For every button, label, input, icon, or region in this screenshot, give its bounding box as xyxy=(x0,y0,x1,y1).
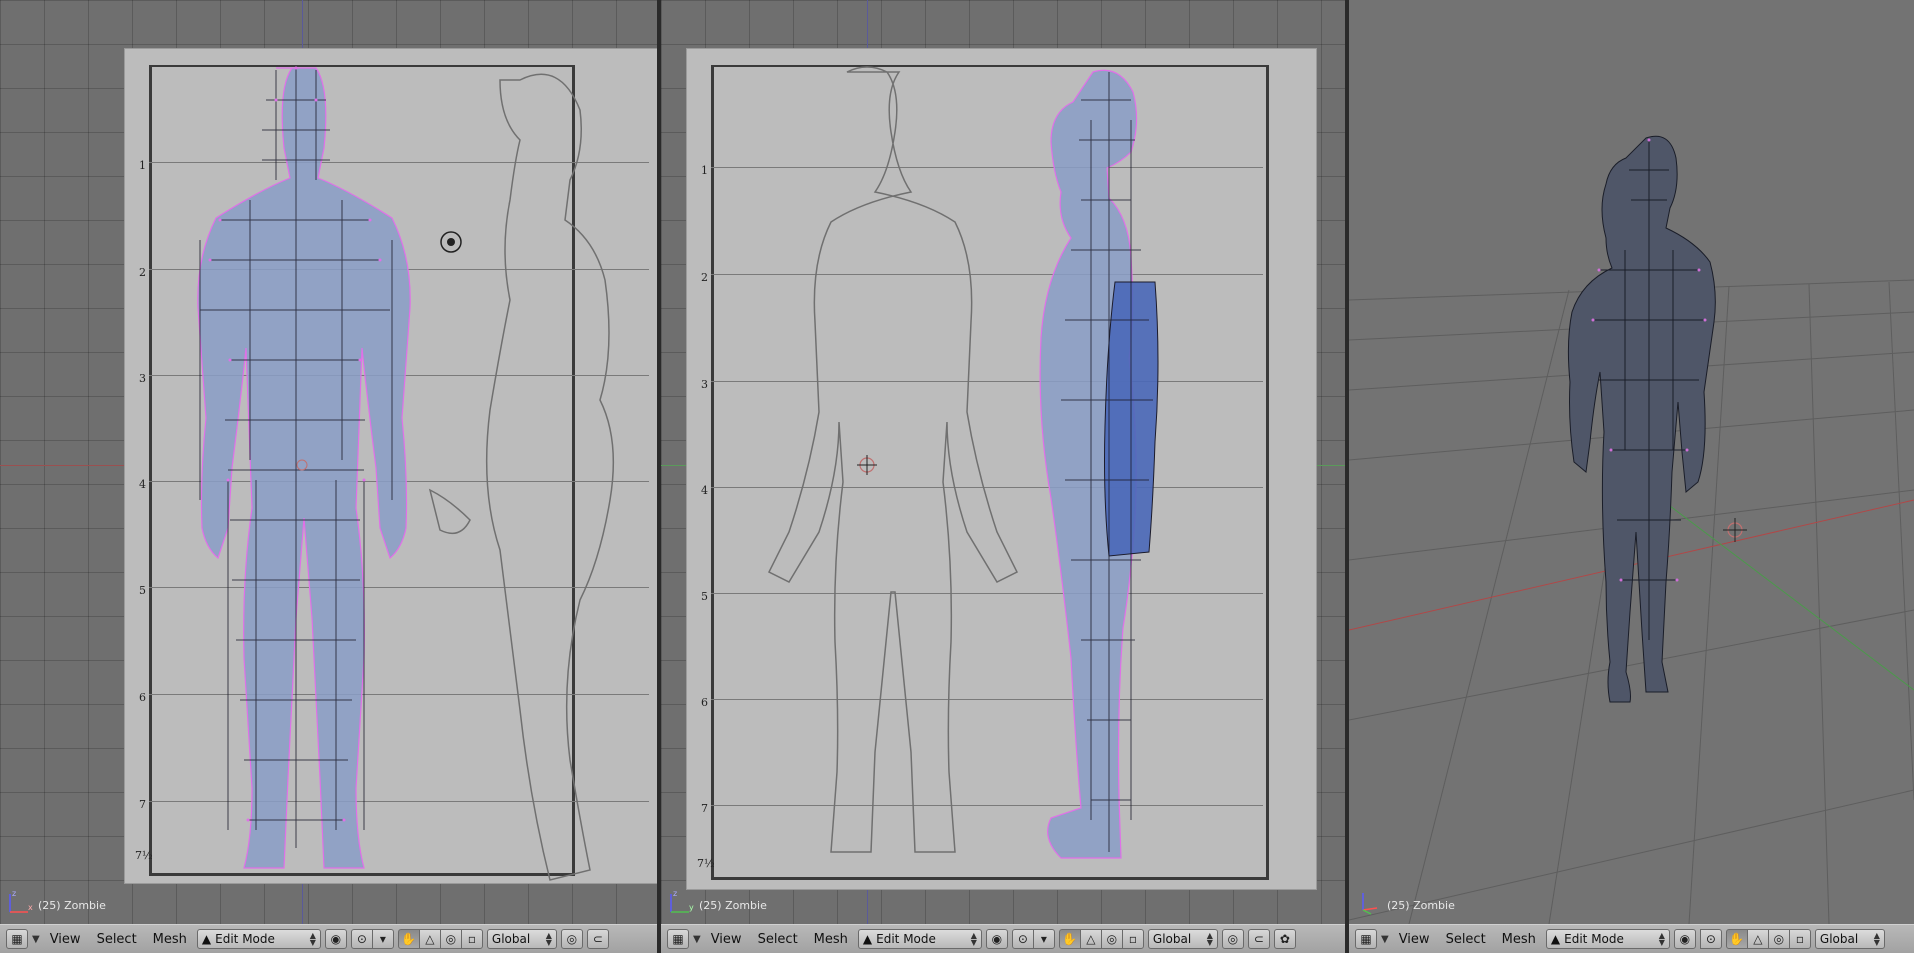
hand-icon[interactable]: ✋ xyxy=(397,929,420,949)
pivot-icon[interactable]: ⊙ xyxy=(1699,929,1722,949)
mesh-icon: ▲ xyxy=(862,932,873,946)
axis-gizmo: z y xyxy=(670,889,694,913)
3d-cursor[interactable] xyxy=(440,231,462,253)
mesh-icon: ▲ xyxy=(201,932,212,946)
grid-icon[interactable]: ▦ xyxy=(6,929,28,949)
mode-dropdown[interactable]: ▲ Edit Mode ▲ ▼ xyxy=(1545,929,1670,949)
object-label: (25) Zombie xyxy=(699,899,767,912)
triangle-icon[interactable]: ▼ xyxy=(1381,934,1389,945)
hand-icon[interactable]: ✋ xyxy=(1058,929,1081,949)
svg-text:y: y xyxy=(689,903,694,912)
orientation-dropdown[interactable]: Global ▲ ▼ xyxy=(1147,929,1218,949)
axis-gizmo xyxy=(1362,893,1378,915)
object-label: (25) Zombie xyxy=(38,899,106,912)
scale-icon[interactable]: ▫ xyxy=(1788,929,1811,949)
pivot-dropdown-icon[interactable]: ▾ xyxy=(1032,929,1055,949)
triangle-icon[interactable]: ▼ xyxy=(693,934,701,945)
viewport-header-front: ▦ ▼ View Select Mesh ▲ Edit Mode ▲ ▼ ◉ ⊙ … xyxy=(0,924,657,953)
side-viewport[interactable]: 1 2 3 4 5 6 7 7½ z y (25) Zombie xyxy=(661,0,1345,924)
orientation-label: Global xyxy=(1819,932,1859,946)
scale-icon[interactable]: ▫ xyxy=(1121,929,1144,949)
select-menu[interactable]: Select xyxy=(91,932,143,947)
mode-label: Edit Mode xyxy=(876,932,936,946)
proportional-edit-icon[interactable]: ◎ xyxy=(560,929,583,949)
svg-text:x: x xyxy=(28,903,33,912)
magnet-icon[interactable]: ⊂ xyxy=(1247,929,1270,949)
dropdown-arrows-icon: ▲ ▼ xyxy=(1658,931,1665,947)
mesh-menu[interactable]: Mesh xyxy=(1496,932,1542,947)
dropdown-arrows-icon: ▲ ▼ xyxy=(970,931,977,947)
rotate-icon[interactable]: ◎ xyxy=(1100,929,1123,949)
front-figure-layer xyxy=(197,66,615,881)
grid-icon[interactable]: ▦ xyxy=(667,929,689,949)
dropdown-arrows-icon: ▲ ▼ xyxy=(545,931,552,947)
origin-cursor xyxy=(857,455,877,475)
orientation-dropdown[interactable]: Global ▲ ▼ xyxy=(486,929,557,949)
view-menu[interactable]: View xyxy=(44,932,87,947)
orientation-label: Global xyxy=(1152,932,1192,946)
viewport-header-persp: ▦ ▼ View Select Mesh ▲ Edit Mode ▲ ▼ ◉ ⊙ … xyxy=(1349,924,1914,953)
magnet-icon[interactable]: ⊂ xyxy=(586,929,609,949)
mesh-body-persp xyxy=(1567,135,1716,703)
blender-window: 1 2 3 4 5 6 7 7½ z x (25) Zombie 1 2 3 4… xyxy=(0,0,1914,953)
viewport-shading-icon[interactable]: ◉ xyxy=(985,929,1008,949)
dropdown-arrows-icon: ▲ ▼ xyxy=(1873,931,1880,947)
pivot-dropdown-icon[interactable]: ▾ xyxy=(371,929,394,949)
mode-label: Edit Mode xyxy=(215,932,275,946)
translate-icon[interactable]: △ xyxy=(1079,929,1102,949)
dropdown-arrows-icon: ▲ ▼ xyxy=(309,931,316,947)
rotate-icon[interactable]: ◎ xyxy=(439,929,462,949)
pivot-icon[interactable]: ⊙ xyxy=(350,929,373,949)
view-menu[interactable]: View xyxy=(1393,932,1436,947)
viewport-shading-icon[interactable]: ◉ xyxy=(324,929,347,949)
mesh-body-front xyxy=(197,66,411,869)
reference-sketch-side xyxy=(428,73,615,881)
orientation-dropdown[interactable]: Global ▲ ▼ xyxy=(1814,929,1885,949)
mode-label: Edit Mode xyxy=(1564,932,1624,946)
mode-dropdown[interactable]: ▲ Edit Mode ▲ ▼ xyxy=(857,929,982,949)
select-menu[interactable]: Select xyxy=(752,932,804,947)
svg-text:z: z xyxy=(673,889,677,898)
select-menu[interactable]: Select xyxy=(1440,932,1492,947)
reference-sketch-front xyxy=(767,66,1019,853)
mesh-menu[interactable]: Mesh xyxy=(808,932,854,947)
grid-icon[interactable]: ▦ xyxy=(1355,929,1377,949)
scale-icon[interactable]: ▫ xyxy=(460,929,483,949)
object-label: (25) Zombie xyxy=(1387,899,1455,912)
translate-icon[interactable]: △ xyxy=(1746,929,1769,949)
persp-grid-layer xyxy=(1349,135,1914,924)
dropdown-arrows-icon: ▲ ▼ xyxy=(1206,931,1213,947)
viewport-header-side: ▦ ▼ View Select Mesh ▲ Edit Mode ▲ ▼ ◉ ⊙ … xyxy=(661,924,1345,953)
render-icon[interactable]: ✿ xyxy=(1273,929,1296,949)
side-figure-layer xyxy=(767,66,1159,859)
mesh-icon: ▲ xyxy=(1550,932,1561,946)
translate-icon[interactable]: △ xyxy=(418,929,441,949)
mesh-body-side xyxy=(1039,69,1159,859)
3d-cursor[interactable] xyxy=(1723,518,1747,542)
perspective-viewport[interactable]: (25) Zombie xyxy=(1349,0,1914,924)
view-menu[interactable]: View xyxy=(705,932,748,947)
orientation-label: Global xyxy=(491,932,531,946)
rotate-icon[interactable]: ◎ xyxy=(1767,929,1790,949)
viewport-shading-icon[interactable]: ◉ xyxy=(1673,929,1696,949)
mode-dropdown[interactable]: ▲ Edit Mode ▲ ▼ xyxy=(196,929,321,949)
svg-text:z: z xyxy=(12,889,16,898)
proportional-edit-icon[interactable]: ◎ xyxy=(1221,929,1244,949)
triangle-icon[interactable]: ▼ xyxy=(32,934,40,945)
axis-gizmo: z x xyxy=(9,889,33,913)
mesh-menu[interactable]: Mesh xyxy=(147,932,193,947)
front-viewport[interactable]: 1 2 3 4 5 6 7 7½ z x (25) Zombie xyxy=(0,0,657,924)
hand-icon[interactable]: ✋ xyxy=(1725,929,1748,949)
pivot-icon[interactable]: ⊙ xyxy=(1011,929,1034,949)
